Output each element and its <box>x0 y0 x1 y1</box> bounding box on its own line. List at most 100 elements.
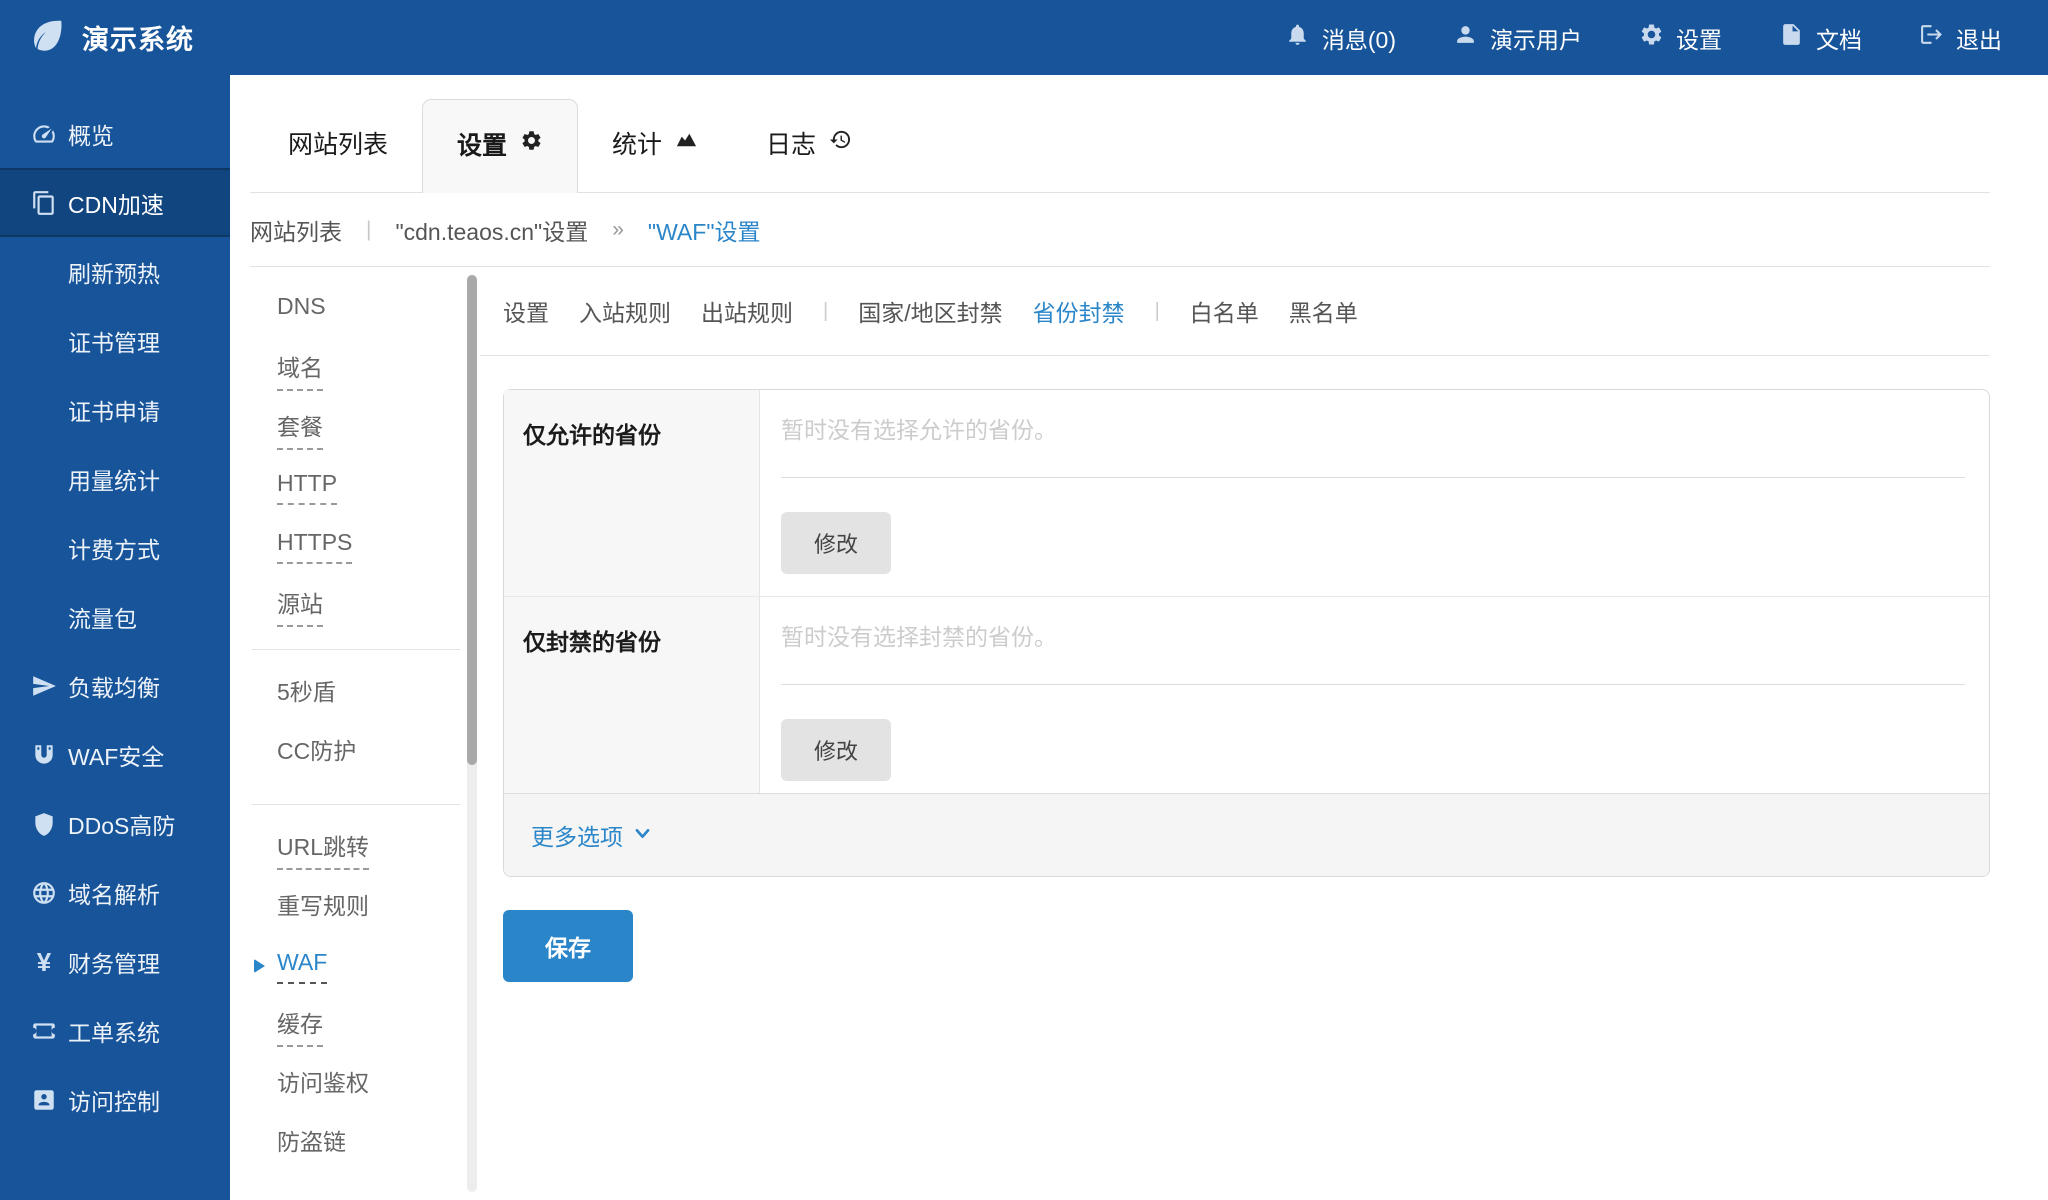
submenu-item-https[interactable]: HTTPS <box>230 517 480 576</box>
topbar-item-messages[interactable]: 消息(0) <box>1285 21 1396 55</box>
sidebar-item-load-balance[interactable]: 负载均衡 <box>0 651 230 720</box>
subtab-blacklist[interactable]: 黑名单 <box>1289 294 1358 328</box>
content-area: DNS 域名 套餐 HTTP HTTPS 源站 5秒盾 CC防护 URL跳转 重… <box>230 267 2048 1198</box>
submenu-item-http[interactable]: HTTP <box>230 458 480 517</box>
topbar-item-logout[interactable]: 退出 <box>1919 21 2002 55</box>
tab-statistics[interactable]: 统计 <box>578 125 732 192</box>
sidebar-item-label: 概览 <box>68 117 114 151</box>
subtab-settings[interactable]: 设置 <box>503 294 549 328</box>
topbar-item-label: 退出 <box>1956 21 2002 55</box>
tab-settings[interactable]: 设置 <box>422 99 578 193</box>
sidebar-item-usage-stats[interactable]: 用量统计 <box>0 444 230 513</box>
blocked-provinces-placeholder: 暂时没有选择封禁的省份。 <box>781 623 1965 651</box>
layers-icon <box>30 190 58 216</box>
modify-blocked-button[interactable]: 修改 <box>781 719 891 781</box>
chart-icon <box>675 128 698 158</box>
submenu-item-plan[interactable]: 套餐 <box>230 399 480 458</box>
sidebar-item-access-control[interactable]: 访问控制 <box>0 1065 230 1134</box>
topbar: 演示系统 消息(0) 演示用户 设置 文档 退出 <box>0 0 2048 75</box>
submenu-item-cache[interactable]: 缓存 <box>230 996 480 1055</box>
field-underline <box>781 684 1965 685</box>
modify-allowed-button[interactable]: 修改 <box>781 512 891 574</box>
sidebar-item-billing[interactable]: 计费方式 <box>0 513 230 582</box>
submenu-divider <box>252 804 460 805</box>
topbar-menu: 消息(0) 演示用户 设置 文档 退出 <box>1285 21 2048 55</box>
save-button[interactable]: 保存 <box>503 910 633 982</box>
form-row-blocked-provinces: 仅封禁的省份 暂时没有选择封禁的省份。 修改 <box>504 597 1989 793</box>
waf-subtabs: 设置 入站规则 出站规则 | 国家/地区封禁 省份封禁 | 白名单 黑名单 <box>480 267 1990 356</box>
breadcrumb-site-settings[interactable]: "cdn.teaos.cn"设置 <box>395 213 588 247</box>
magnet-icon <box>30 742 58 768</box>
submenu-item-url-redirect[interactable]: URL跳转 <box>230 819 480 878</box>
topbar-item-docs[interactable]: 文档 <box>1779 21 1862 55</box>
sidebar-item-traffic-pack[interactable]: 流量包 <box>0 582 230 651</box>
tab-site-list[interactable]: 网站列表 <box>254 125 422 192</box>
topbar-item-label: 设置 <box>1676 21 1722 55</box>
form-row-allowed-provinces: 仅允许的省份 暂时没有选择允许的省份。 修改 <box>504 390 1989 597</box>
sidebar-item-refresh-prewarm[interactable]: 刷新预热 <box>0 237 230 306</box>
submenu-item-5s-shield[interactable]: 5秒盾 <box>230 664 480 723</box>
paper-plane-icon <box>30 673 58 699</box>
sidebar: 概览 CDN加速 刷新预热 证书管理 证书申请 用量统计 计费方式 流量包 负载… <box>0 75 230 1200</box>
ticket-icon <box>30 1018 58 1044</box>
topbar-item-settings[interactable]: 设置 <box>1639 21 1722 55</box>
field-value: 暂时没有选择封禁的省份。 修改 <box>760 597 1989 793</box>
user-icon <box>1453 22 1478 53</box>
tab-bar: 网站列表 设置 统计 日志 <box>250 75 1990 193</box>
breadcrumb: 网站列表 | "cdn.teaos.cn"设置 » "WAF"设置 <box>250 193 1990 267</box>
sidebar-item-finance[interactable]: ¥ 财务管理 <box>0 927 230 996</box>
chevron-down-icon <box>633 822 652 849</box>
subtab-whitelist[interactable]: 白名单 <box>1190 294 1259 328</box>
active-arrow-icon <box>254 959 265 973</box>
province-block-form: 仅允许的省份 暂时没有选择允许的省份。 修改 仅封禁的省份 暂时没有选择封禁的省… <box>503 389 1990 877</box>
field-value: 暂时没有选择允许的省份。 修改 <box>760 390 1989 596</box>
submenu-item-rewrite-rules[interactable]: 重写规则 <box>230 878 480 937</box>
tab-logs[interactable]: 日志 <box>732 125 886 192</box>
yuan-icon: ¥ <box>30 949 58 975</box>
gear-icon <box>520 129 543 159</box>
sidebar-item-overview[interactable]: 概览 <box>0 99 230 168</box>
subtab-province-block[interactable]: 省份封禁 <box>1033 294 1125 328</box>
gauge-icon <box>30 121 58 147</box>
subtab-outbound-rules[interactable]: 出站规则 <box>701 294 793 328</box>
topbar-item-label: 演示用户 <box>1490 21 1582 55</box>
subtab-country-block[interactable]: 国家/地区封禁 <box>858 294 1002 328</box>
sidebar-item-waf-security[interactable]: WAF安全 <box>0 720 230 789</box>
sidebar-item-cdn[interactable]: CDN加速 <box>0 168 230 237</box>
document-icon <box>1779 22 1804 53</box>
submenu-item-dns[interactable]: DNS <box>230 281 480 340</box>
brand-logo[interactable]: 演示系统 <box>0 16 194 60</box>
sidebar-item-tickets[interactable]: 工单系统 <box>0 996 230 1065</box>
subtab-inbound-rules[interactable]: 入站规则 <box>579 294 671 328</box>
submenu-item-hotlink-protect[interactable]: 防盗链 <box>230 1114 480 1173</box>
gear-icon <box>1639 22 1664 53</box>
breadcrumb-waf-settings[interactable]: "WAF"设置 <box>648 213 761 247</box>
leaf-icon <box>28 16 65 60</box>
submenu-scrollbar-thumb[interactable] <box>467 275 477 765</box>
topbar-item-user[interactable]: 演示用户 <box>1453 21 1582 55</box>
field-label: 仅允许的省份 <box>504 390 760 596</box>
history-icon <box>829 128 852 158</box>
waf-panel: 设置 入站规则 出站规则 | 国家/地区封禁 省份封禁 | 白名单 黑名单 仅允… <box>480 267 2048 1198</box>
breadcrumb-site-list[interactable]: 网站列表 <box>250 213 342 247</box>
more-options-link[interactable]: 更多选项 <box>531 818 652 852</box>
bell-icon <box>1285 22 1310 53</box>
submenu-scrollbar-track <box>467 275 477 1192</box>
submenu-item-access-auth[interactable]: 访问鉴权 <box>230 1055 480 1114</box>
subtab-separator: | <box>823 300 828 323</box>
subtab-separator: | <box>1155 300 1160 323</box>
field-underline <box>781 477 1965 478</box>
sidebar-item-cert-manage[interactable]: 证书管理 <box>0 306 230 375</box>
submenu-item-cc-protect[interactable]: CC防护 <box>230 723 480 782</box>
sidebar-item-cert-apply[interactable]: 证书申请 <box>0 375 230 444</box>
sidebar-item-ddos[interactable]: DDoS高防 <box>0 789 230 858</box>
sidebar-item-dns-resolve[interactable]: 域名解析 <box>0 858 230 927</box>
logout-icon <box>1919 22 1944 53</box>
settings-submenu: DNS 域名 套餐 HTTP HTTPS 源站 5秒盾 CC防护 URL跳转 重… <box>230 267 480 1198</box>
submenu-item-origin[interactable]: 源站 <box>230 576 480 635</box>
field-label: 仅封禁的省份 <box>504 597 760 793</box>
breadcrumb-separator: » <box>612 218 624 242</box>
submenu-item-domain[interactable]: 域名 <box>230 340 480 399</box>
topbar-item-label: 消息(0) <box>1322 21 1396 55</box>
submenu-item-waf[interactable]: WAF <box>230 937 480 996</box>
